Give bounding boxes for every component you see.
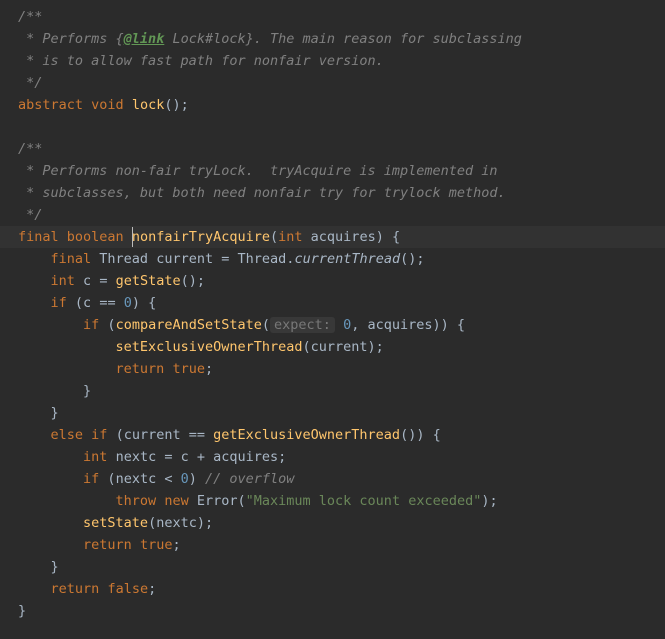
blank-line: [0, 116, 665, 138]
code-line: * Performs non-fair tryLock. tryAcquire …: [0, 160, 665, 182]
method-lock: lock: [132, 97, 165, 113]
code-line: }: [0, 380, 665, 402]
code-line: int c = getState();: [0, 270, 665, 292]
text-cursor[interactable]: nonfairTryAcquire: [132, 226, 270, 248]
code-line: int nextc = c + acquires;: [0, 446, 665, 468]
code-line: */: [0, 204, 665, 226]
code-line: abstract void lock();: [0, 94, 665, 116]
code-line: if (compareAndSetState(expect: 0, acquir…: [0, 314, 665, 336]
code-line: * is to allow fast path for nonfair vers…: [0, 50, 665, 72]
code-line: /**: [0, 6, 665, 28]
code-line: */: [0, 72, 665, 94]
javadoc-open: /**: [18, 141, 42, 157]
code-line: return true;: [0, 534, 665, 556]
code-line: if (c == 0) {: [0, 292, 665, 314]
code-line: throw new Error("Maximum lock count exce…: [0, 490, 665, 512]
javadoc-open: /**: [18, 9, 42, 25]
method-nonfairtryacquire: nonfairTryAcquire: [132, 229, 270, 245]
code-line: setState(nextc);: [0, 512, 665, 534]
code-line: if (nextc < 0) // overflow: [0, 468, 665, 490]
code-line: }: [0, 556, 665, 578]
javadoc-close: */: [18, 207, 42, 223]
param-hint: expect:: [270, 317, 335, 333]
code-line: final Thread current = Thread.currentThr…: [0, 248, 665, 270]
code-line: return false;: [0, 578, 665, 600]
code-line: setExclusiveOwnerThread(current);: [0, 336, 665, 358]
code-line: else if (current == getExclusiveOwnerThr…: [0, 424, 665, 446]
code-editor[interactable]: /** * Performs {@link Lock#lock}. The ma…: [0, 6, 665, 622]
code-line: * Performs {@link Lock#lock}. The main r…: [0, 28, 665, 50]
code-line: * subclasses, but both need nonfair try …: [0, 182, 665, 204]
code-line: }: [0, 402, 665, 424]
code-line: return true;: [0, 358, 665, 380]
code-line: /**: [0, 138, 665, 160]
javadoc-close: */: [18, 75, 42, 91]
code-line: }: [0, 600, 665, 622]
current-line: final boolean nonfairTryAcquire(int acqu…: [0, 226, 665, 248]
javadoc-link-tag: @link: [124, 31, 165, 47]
